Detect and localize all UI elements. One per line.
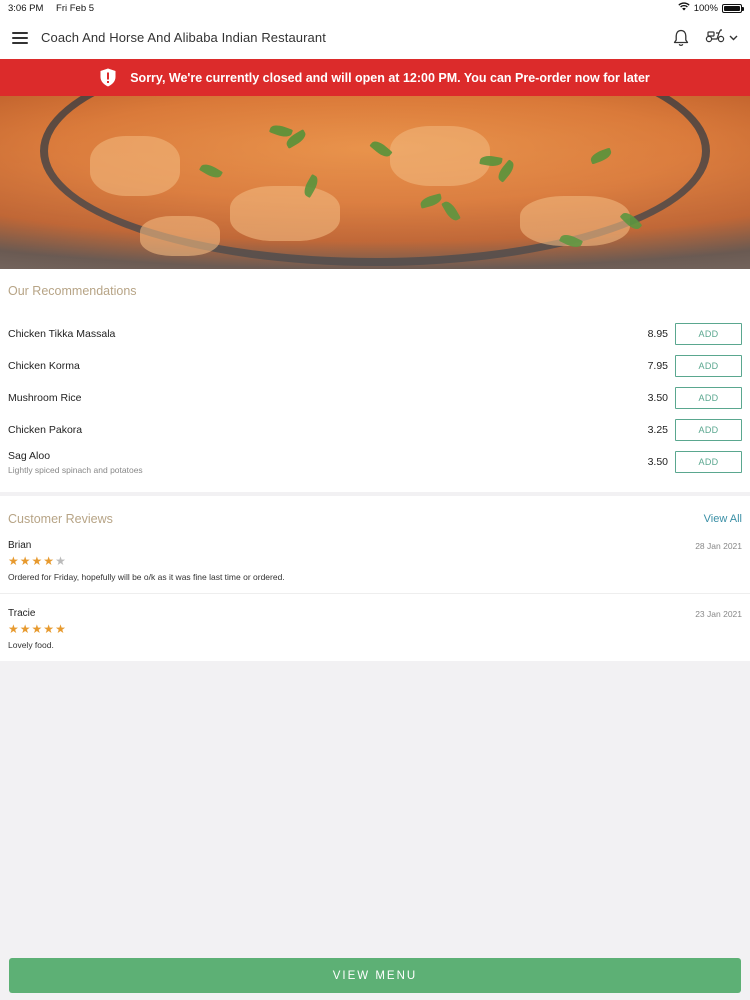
star-filled-icon: ★: [8, 622, 19, 636]
review-date: 28 Jan 2021: [695, 540, 742, 551]
list-item: Mushroom Rice 3.50 ADD: [8, 382, 742, 414]
chevron-down-icon: [729, 35, 738, 41]
add-button[interactable]: ADD: [675, 355, 742, 377]
nav-actions: [673, 27, 738, 48]
item-info: Chicken Tikka Massala: [8, 328, 608, 340]
review-item: Brian 28 Jan 2021 ★ ★ ★ ★ ★ Ordered for Frid…: [0, 526, 750, 594]
battery-percent: 100%: [693, 2, 718, 14]
item-name: Chicken Tikka Massala: [8, 328, 116, 340]
item-price: 3.25: [647, 424, 668, 436]
list-item: Chicken Korma 7.95 ADD: [8, 350, 742, 382]
star-filled-icon: ★: [31, 554, 43, 568]
status-right: 100%: [678, 2, 744, 14]
closed-message: Sorry, We're currently closed and will o…: [130, 70, 650, 85]
star-filled-icon: ★: [55, 622, 66, 636]
review-text: Ordered for Friday, hopefully will be o/…: [8, 572, 285, 582]
recommendations-title: Our Recommendations: [8, 284, 137, 298]
recommendations-list: Chicken Tikka Massala 8.95 ADD Chicken K…: [0, 298, 750, 492]
star-rating: ★ ★ ★ ★ ★: [8, 554, 742, 568]
nav-bar: Coach And Horse And Alibaba Indian Resta…: [0, 16, 750, 59]
view-menu-button[interactable]: VIEW MENU: [9, 958, 741, 993]
item-price: 3.50: [647, 456, 668, 468]
view-all-link[interactable]: View All: [704, 513, 742, 525]
bottom-bar: VIEW MENU: [0, 952, 750, 1000]
reviews-title: Customer Reviews: [8, 512, 113, 526]
reviews-section: Customer Reviews View All Brian 28 Jan 2…: [0, 496, 750, 661]
star-filled-icon: ★: [31, 622, 43, 636]
reviews-list: Brian 28 Jan 2021 ★ ★ ★ ★ ★ Ordered for Frid…: [0, 526, 750, 661]
item-price: 7.95: [647, 360, 668, 372]
add-button[interactable]: ADD: [675, 387, 742, 409]
list-item: Chicken Pakora 3.25 ADD: [8, 414, 742, 446]
battery-icon: [722, 3, 744, 13]
item-name: Mushroom Rice: [8, 392, 82, 404]
item-info: Chicken Pakora: [8, 424, 608, 436]
star-filled-icon: ★: [8, 554, 19, 568]
add-button[interactable]: ADD: [675, 451, 742, 473]
star-rating: ★ ★ ★ ★ ★: [8, 622, 742, 636]
star-empty-icon: ★: [55, 554, 66, 568]
status-time: 3:06 PM: [8, 2, 44, 14]
review-text: Lovely food.: [8, 640, 54, 650]
hero-image: [0, 96, 750, 269]
add-button[interactable]: ADD: [675, 323, 742, 345]
star-filled-icon: ★: [43, 554, 55, 568]
scooter-icon: [705, 27, 725, 48]
list-item: Chicken Tikka Massala 8.95 ADD: [8, 318, 742, 350]
star-filled-icon: ★: [43, 622, 55, 636]
wifi-icon: [678, 2, 690, 14]
closed-banner: Sorry, We're currently closed and will o…: [0, 59, 750, 96]
status-bar: 3:06 PM Fri Feb 5 100%: [0, 0, 750, 16]
status-date: Fri Feb 5: [56, 2, 95, 14]
bell-icon[interactable]: [673, 29, 689, 47]
reviewer-name: Brian: [8, 540, 32, 551]
list-item: Sag Aloo Lightly spiced spinach and pota…: [8, 446, 742, 478]
item-info: Chicken Korma: [8, 360, 608, 372]
review-header: Brian 28 Jan 2021: [8, 540, 742, 551]
add-button[interactable]: ADD: [675, 419, 742, 441]
delivery-selector[interactable]: [705, 27, 738, 48]
star-filled-icon: ★: [19, 622, 31, 636]
restaurant-title: Coach And Horse And Alibaba Indian Resta…: [41, 30, 326, 45]
status-left: 3:06 PM Fri Feb 5: [8, 3, 104, 14]
review-header: Tracie 23 Jan 2021: [8, 608, 742, 619]
item-price: 8.95: [647, 328, 668, 340]
item-description: Lightly spiced spinach and potatoes: [8, 464, 143, 475]
reviewer-name: Tracie: [8, 608, 36, 619]
hamburger-icon[interactable]: [12, 31, 28, 44]
review-date: 23 Jan 2021: [695, 608, 742, 619]
item-name: Chicken Pakora: [8, 424, 83, 436]
review-item: Tracie 23 Jan 2021 ★ ★ ★ ★ ★ Lovely food.: [0, 594, 750, 661]
shield-alert-icon: [100, 68, 116, 87]
item-info: Sag Aloo Lightly spiced spinach and pota…: [8, 450, 608, 475]
recommendations-section: Our Recommendations Chicken Tikka Massal…: [0, 269, 750, 492]
star-filled-icon: ★: [19, 554, 31, 568]
item-info: Mushroom Rice: [8, 392, 608, 404]
item-name: Chicken Korma: [8, 360, 80, 372]
item-price: 3.50: [647, 392, 668, 404]
item-name: Sag Aloo: [8, 449, 51, 462]
reviews-header: Customer Reviews View All: [0, 496, 750, 526]
